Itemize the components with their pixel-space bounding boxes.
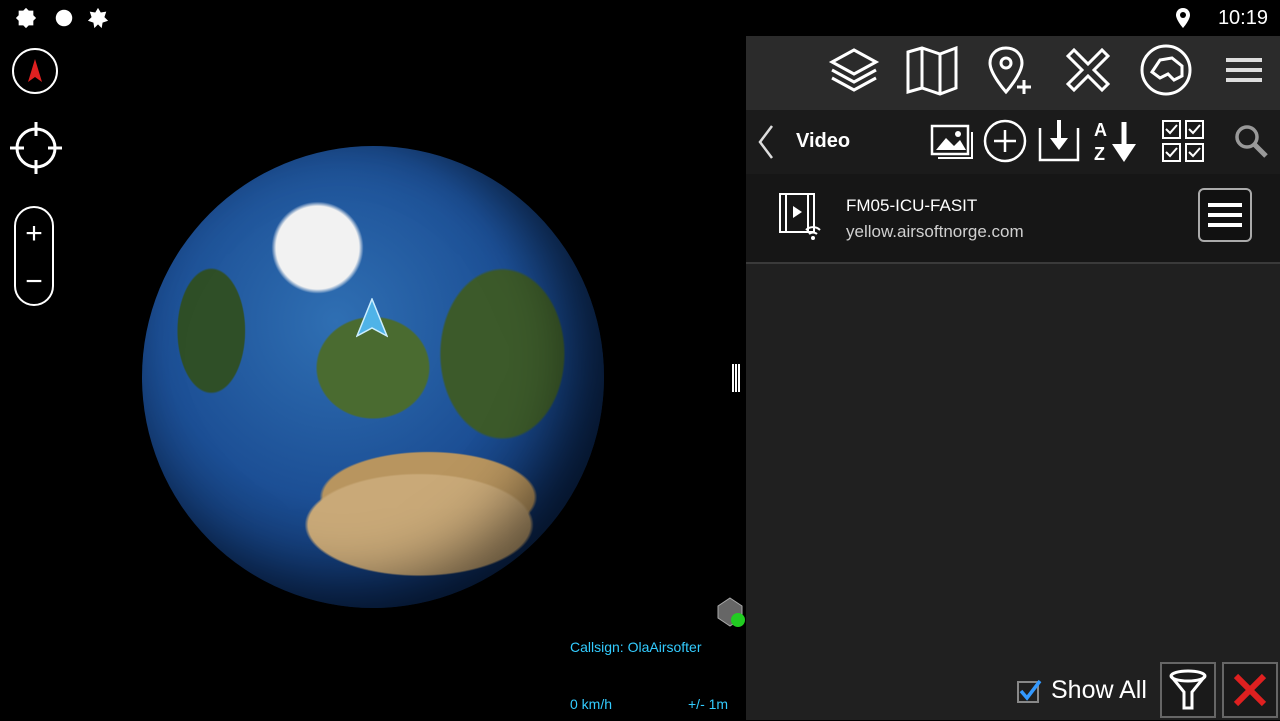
tools-x-icon[interactable] bbox=[1060, 42, 1116, 98]
funnel-icon bbox=[1169, 669, 1207, 710]
back-chevron-icon[interactable] bbox=[756, 124, 776, 160]
video-stream-icon bbox=[779, 193, 821, 240]
video-address: yellow.airsoftnorge.com bbox=[846, 222, 1024, 241]
video-alias: FM05-ICU-FASIT bbox=[846, 196, 978, 215]
map-icon[interactable] bbox=[904, 42, 960, 98]
close-icon bbox=[1233, 673, 1267, 707]
accuracy-readout: +/- 1m bbox=[688, 696, 729, 712]
callsign-label: Callsign: OlaAirsofter bbox=[570, 639, 702, 655]
globe[interactable] bbox=[142, 146, 604, 608]
gallery-icon[interactable] bbox=[928, 118, 974, 164]
zoom-in-button[interactable]: + bbox=[16, 210, 52, 258]
sort-az-icon[interactable]: A Z bbox=[1090, 118, 1136, 164]
video-list: FM05-ICU-FASIT yellow.airsoftnorge.com bbox=[746, 174, 1280, 264]
panel-footer: Show All bbox=[746, 660, 1280, 720]
status-bar: 10:19 bbox=[0, 0, 1280, 36]
k9-team-icon[interactable] bbox=[1138, 42, 1194, 98]
panel-resize-handle[interactable] bbox=[730, 364, 742, 392]
self-position-arrow-icon[interactable] bbox=[356, 298, 388, 338]
video-panel: Video A Z FM05-ICU-FASIT yellow.airsoftn… bbox=[746, 36, 1280, 720]
tak-connection-icon[interactable] bbox=[714, 596, 746, 630]
close-panel-button[interactable] bbox=[1222, 662, 1278, 718]
notification-dot-icon bbox=[55, 9, 73, 27]
notification-badge-icon bbox=[15, 7, 37, 29]
search-icon[interactable] bbox=[1228, 118, 1274, 164]
map-view[interactable]: + − Callsign: OlaAirsofter 0 km/h +/- 1m bbox=[0, 36, 746, 720]
main-toolbar bbox=[746, 36, 1280, 112]
compass-button[interactable] bbox=[12, 48, 58, 94]
filter-button[interactable] bbox=[1160, 662, 1216, 718]
speed-readout: 0 km/h bbox=[570, 696, 613, 712]
zoom-out-button[interactable]: − bbox=[16, 258, 52, 306]
hamburger-icon bbox=[1208, 203, 1242, 227]
item-menu-button[interactable] bbox=[1198, 188, 1252, 242]
add-circle-icon[interactable] bbox=[982, 118, 1028, 164]
svg-text:A: A bbox=[1094, 120, 1107, 140]
video-subheader: Video A Z bbox=[746, 110, 1280, 174]
zoom-control: + − bbox=[14, 206, 54, 306]
multi-select-icon[interactable] bbox=[1160, 118, 1206, 164]
location-pin-icon bbox=[1176, 8, 1190, 28]
import-download-icon[interactable] bbox=[1036, 118, 1082, 164]
show-all-label[interactable]: Show All bbox=[1051, 676, 1147, 705]
panel-title: Video bbox=[796, 130, 851, 152]
locate-crosshair-button[interactable] bbox=[10, 122, 62, 174]
show-all-checkbox[interactable] bbox=[1016, 678, 1042, 704]
hamburger-menu-icon[interactable] bbox=[1216, 42, 1272, 98]
status-clock: 10:19 bbox=[1217, 7, 1268, 29]
layers-icon[interactable] bbox=[826, 42, 882, 98]
notification-star-icon bbox=[87, 7, 109, 29]
svg-text:Z: Z bbox=[1094, 144, 1105, 164]
add-point-icon[interactable] bbox=[982, 42, 1038, 98]
list-item[interactable]: FM05-ICU-FASIT yellow.airsoftnorge.com bbox=[746, 174, 1280, 264]
compass-arrow-icon bbox=[28, 59, 42, 82]
